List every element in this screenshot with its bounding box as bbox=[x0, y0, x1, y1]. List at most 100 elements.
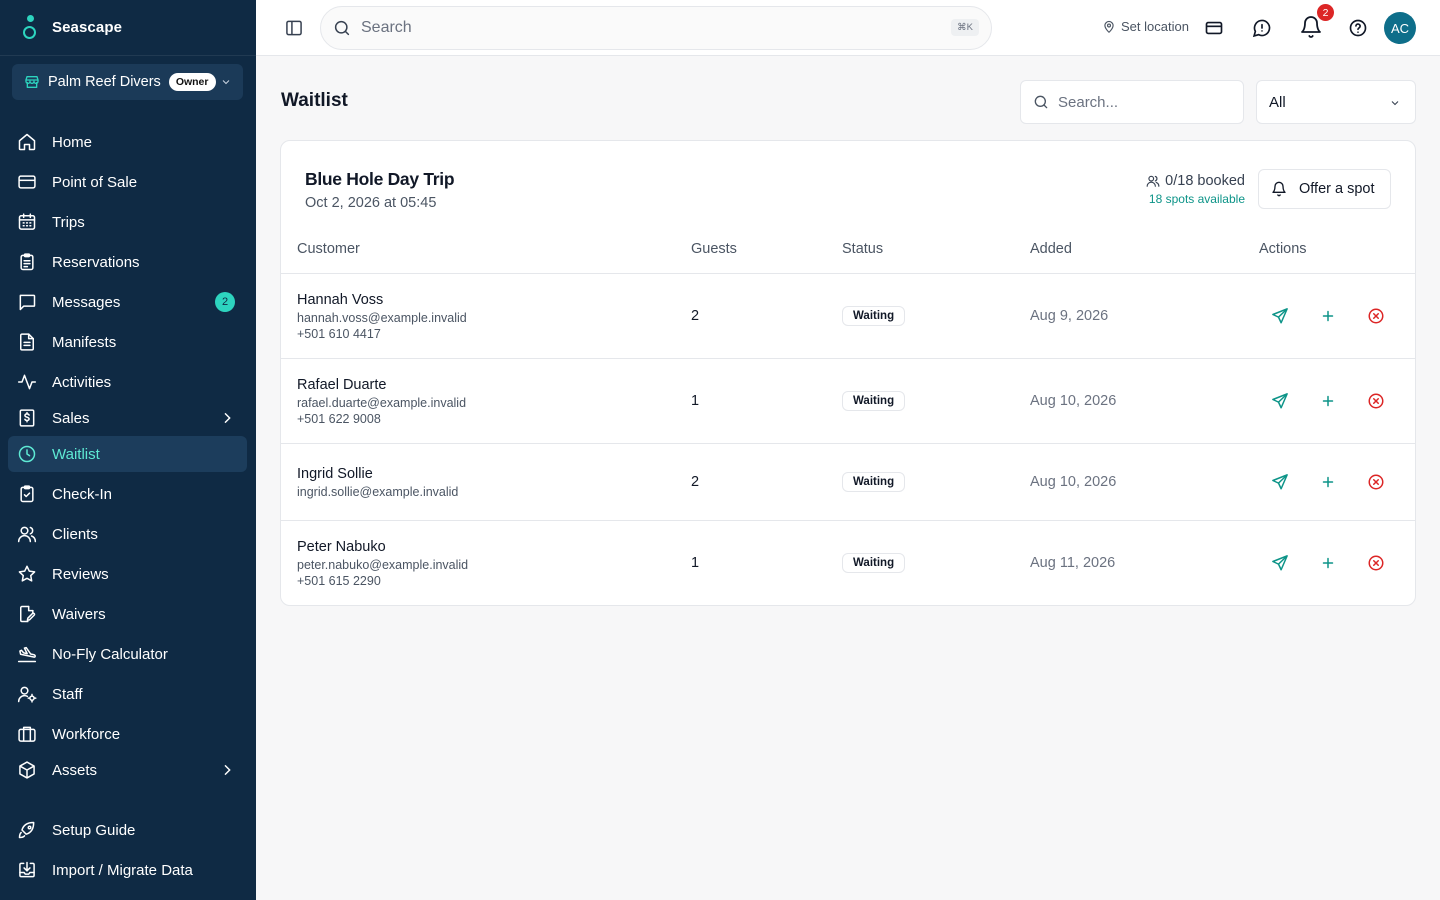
booked-label: 0/18 booked bbox=[1165, 173, 1245, 189]
sidebar-item-waivers[interactable]: Waivers bbox=[8, 596, 247, 632]
org-switcher[interactable]: Palm Reef Divers Owner bbox=[12, 64, 243, 100]
status-badge: Waiting bbox=[842, 553, 906, 573]
customer-email: hannah.voss@example.invalid bbox=[297, 311, 467, 325]
sidebar-item-label: Sales bbox=[52, 409, 90, 427]
sidebar-item-home[interactable]: Home bbox=[8, 124, 247, 160]
chevron-right-icon bbox=[224, 764, 231, 776]
sidebar-item-waitlist[interactable]: Waitlist bbox=[8, 436, 247, 472]
added-date: Aug 10, 2026 bbox=[1030, 393, 1117, 409]
sidebar-item-trips[interactable]: Trips bbox=[8, 204, 247, 240]
topbar: Search ⌘K Set location 2 AC bbox=[256, 0, 1440, 56]
customer-phone: +501 615 2290 bbox=[297, 574, 381, 588]
sidebar-item-label: Home bbox=[52, 133, 93, 151]
plus-icon bbox=[1322, 395, 1334, 407]
status-badge: Waiting bbox=[842, 391, 906, 411]
users-icon bbox=[17, 524, 37, 544]
add-to-trip-button[interactable] bbox=[1319, 554, 1337, 572]
set-location-button[interactable]: Set location bbox=[1102, 19, 1189, 34]
sidebar-item-staff[interactable]: Staff bbox=[8, 676, 247, 712]
sidebar-toggle-icon[interactable] bbox=[284, 18, 304, 38]
global-search-placeholder: Search bbox=[361, 19, 412, 36]
sidebar-item-label: Trips bbox=[52, 213, 85, 231]
sidebar-item-messages[interactable]: Messages 2 bbox=[8, 284, 247, 320]
bell-icon bbox=[1272, 181, 1286, 197]
remove-entry-button[interactable] bbox=[1367, 307, 1385, 325]
send-offer-button[interactable] bbox=[1271, 554, 1289, 572]
customer-email: rafael.duarte@example.invalid bbox=[297, 396, 467, 410]
sidebar-item-reservations[interactable]: Reservations bbox=[8, 244, 247, 280]
sidebar-item-clients[interactable]: Clients bbox=[8, 516, 247, 552]
plus-icon bbox=[1322, 476, 1334, 488]
guest-count: 2 bbox=[691, 474, 700, 490]
seascape-logo-icon bbox=[20, 14, 40, 41]
global-search[interactable]: Search ⌘K bbox=[320, 6, 992, 50]
sidebar-item-label: Setup Guide bbox=[52, 821, 136, 839]
page-title: Waitlist bbox=[281, 90, 348, 111]
sidebar-item-reviews[interactable]: Reviews bbox=[8, 556, 247, 592]
send-offer-button[interactable] bbox=[1271, 307, 1289, 325]
sidebar-item-manifests[interactable]: Manifests bbox=[8, 324, 247, 360]
sidebar-item-label: No-Fly Calculator bbox=[52, 645, 168, 663]
status-filter-value: All bbox=[1269, 93, 1286, 111]
remove-entry-button[interactable] bbox=[1367, 392, 1385, 410]
sidebar-item-setup-guide[interactable]: Setup Guide bbox=[8, 812, 247, 848]
briefcase-icon bbox=[17, 724, 37, 744]
trip-title: Blue Hole Day Trip bbox=[305, 169, 455, 189]
search-shortcut: ⌘K bbox=[951, 19, 979, 36]
feedback-icon[interactable] bbox=[1252, 18, 1272, 38]
customer-phone: +501 610 4417 bbox=[297, 327, 381, 341]
sidebar-item-label: Clients bbox=[52, 525, 98, 543]
set-location-label: Set location bbox=[1121, 19, 1189, 34]
sidebar-item-check-in[interactable]: Check-In bbox=[8, 476, 247, 512]
send-offer-button[interactable] bbox=[1271, 473, 1289, 491]
status-filter-select[interactable]: All bbox=[1256, 80, 1416, 124]
guest-count: 2 bbox=[691, 308, 700, 324]
users-icon bbox=[1146, 175, 1160, 187]
calendar-icon bbox=[17, 212, 37, 232]
brand[interactable]: Seascape bbox=[0, 0, 256, 56]
add-to-trip-button[interactable] bbox=[1319, 307, 1337, 325]
table-row: Peter Nabuko peter.nabuko@example.invali… bbox=[281, 521, 1415, 606]
sidebar-item-label: Import / Migrate Data bbox=[52, 861, 193, 879]
customer-name: Rafael Duarte bbox=[297, 377, 387, 393]
sidebar-item-assets[interactable]: Assets bbox=[8, 752, 247, 788]
waitlist-search[interactable] bbox=[1020, 80, 1244, 124]
offer-spot-button[interactable]: Offer a spot bbox=[1258, 169, 1391, 209]
signature-icon bbox=[17, 604, 37, 624]
sidebar-item-import-migrate[interactable]: Import / Migrate Data bbox=[8, 852, 247, 888]
help-icon[interactable] bbox=[1348, 18, 1368, 38]
remove-entry-button[interactable] bbox=[1367, 554, 1385, 572]
send-offer-button[interactable] bbox=[1271, 392, 1289, 410]
send-icon bbox=[1272, 474, 1288, 490]
sidebar-item-activities[interactable]: Activities bbox=[8, 364, 247, 400]
x-circle-icon bbox=[1368, 308, 1384, 324]
activity-icon bbox=[17, 372, 37, 392]
add-to-trip-button[interactable] bbox=[1319, 473, 1337, 491]
box-icon bbox=[17, 760, 37, 780]
sidebar-item-sales[interactable]: Sales bbox=[8, 400, 247, 436]
plus-icon bbox=[1322, 310, 1334, 322]
org-name: Palm Reef Divers bbox=[48, 74, 161, 90]
send-icon bbox=[1272, 555, 1288, 571]
sidebar-item-no-fly-calculator[interactable]: No-Fly Calculator bbox=[8, 636, 247, 672]
sidebar-item-label: Reservations bbox=[52, 253, 140, 271]
sidebar-item-point-of-sale[interactable]: Point of Sale bbox=[8, 164, 247, 200]
offer-spot-label: Offer a spot bbox=[1299, 181, 1375, 197]
add-to-trip-button[interactable] bbox=[1319, 392, 1337, 410]
store-icon bbox=[25, 76, 39, 88]
search-icon bbox=[334, 20, 350, 36]
sidebar-item-workforce[interactable]: Workforce bbox=[8, 716, 247, 752]
map-pin-icon bbox=[1104, 20, 1114, 33]
clipboard-icon bbox=[17, 252, 37, 272]
star-icon bbox=[17, 564, 37, 584]
customer-name: Hannah Voss bbox=[297, 292, 384, 308]
search-icon bbox=[1034, 95, 1048, 109]
card-reader-icon[interactable] bbox=[1204, 18, 1224, 38]
send-icon bbox=[1272, 393, 1288, 409]
brand-name: Seascape bbox=[52, 19, 123, 36]
trip-date: Oct 2, 2026 at 05:45 bbox=[305, 195, 437, 211]
customer-email: ingrid.sollie@example.invalid bbox=[297, 485, 459, 499]
avatar[interactable]: AC bbox=[1384, 12, 1416, 44]
remove-entry-button[interactable] bbox=[1367, 473, 1385, 491]
waitlist-search-input[interactable] bbox=[1058, 93, 1228, 111]
